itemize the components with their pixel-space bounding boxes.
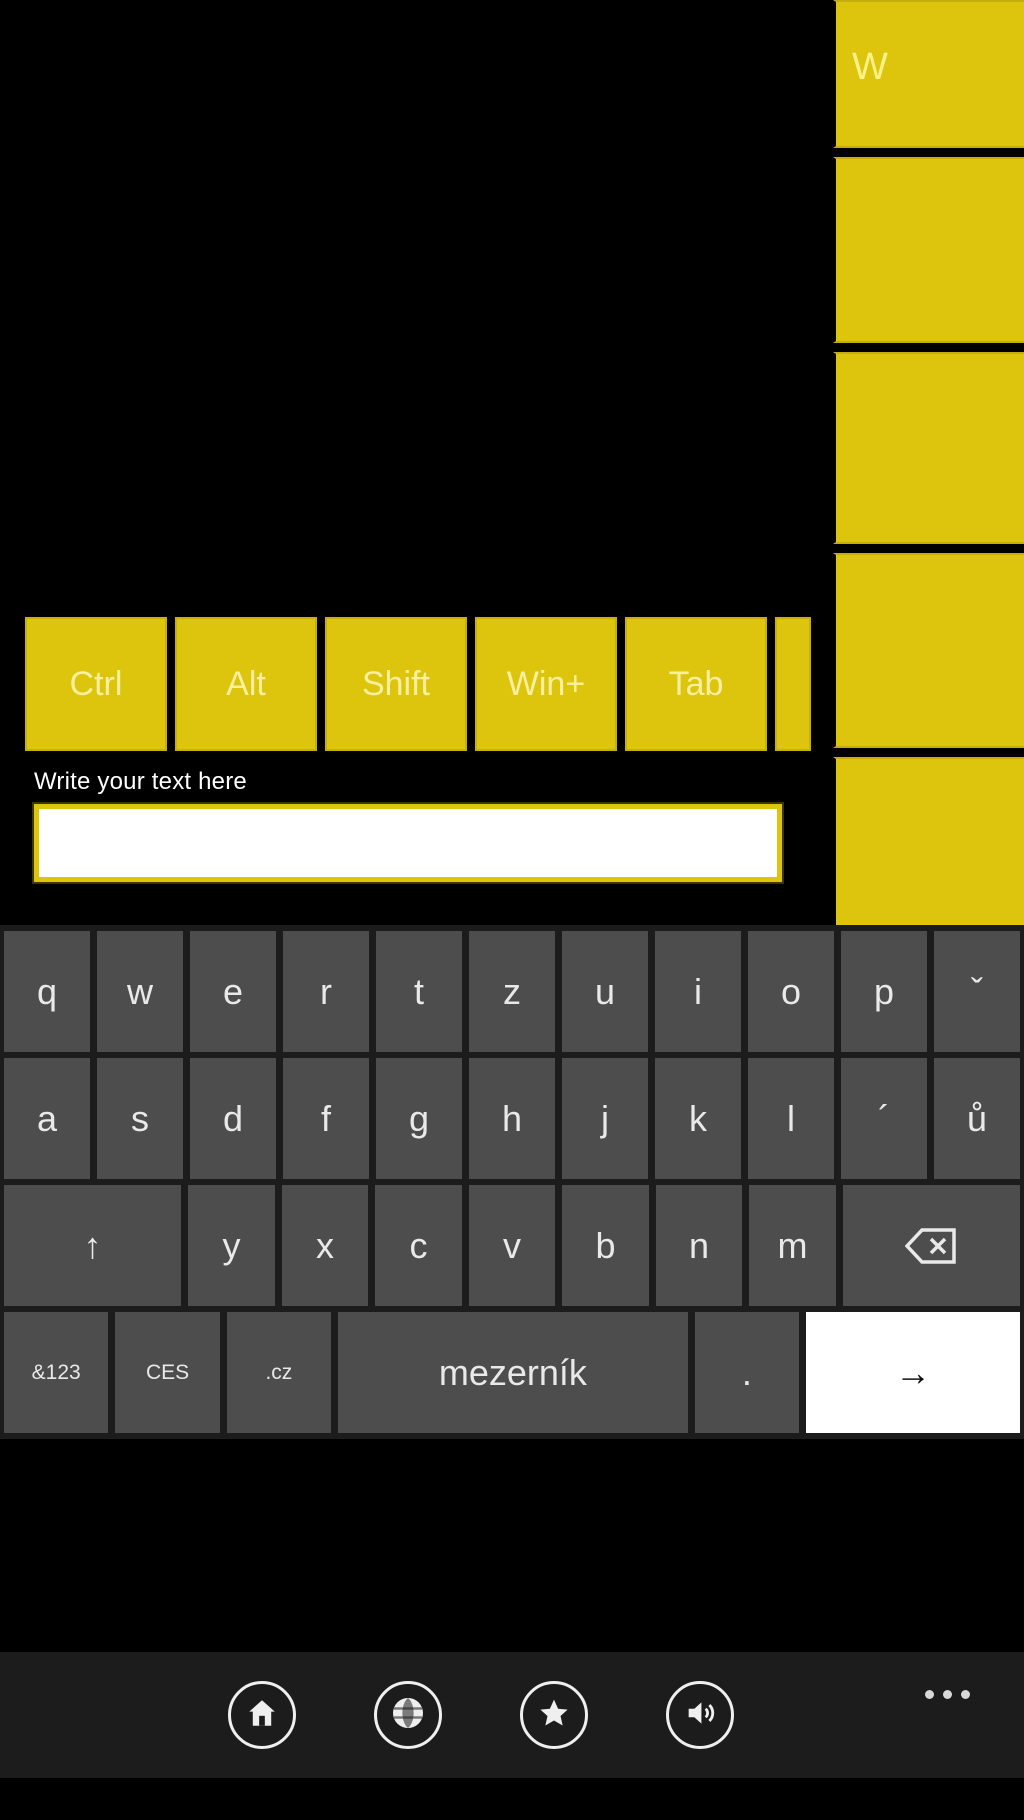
side-tile[interactable] bbox=[833, 757, 1024, 932]
key-v[interactable]: v bbox=[468, 1185, 556, 1306]
star-icon bbox=[537, 1696, 571, 1735]
key-i[interactable]: i bbox=[655, 931, 741, 1052]
key-w[interactable]: w bbox=[97, 931, 183, 1052]
ellipsis-dot bbox=[943, 1690, 952, 1699]
key-domain-cz[interactable]: .cz bbox=[226, 1312, 332, 1433]
keyboard-row-4: &123 CES .cz mezerník . → bbox=[0, 1312, 1024, 1439]
text-entry-field[interactable] bbox=[32, 802, 784, 884]
text-input[interactable] bbox=[39, 809, 777, 877]
key-u[interactable]: u bbox=[562, 931, 648, 1052]
key-n[interactable]: n bbox=[655, 1185, 743, 1306]
side-tile[interactable] bbox=[833, 553, 1024, 748]
app-root: W Ctrl Alt Shift Win+ Tab Write your tex… bbox=[0, 0, 1024, 1820]
backspace-icon bbox=[905, 1227, 957, 1264]
key-x[interactable]: x bbox=[281, 1185, 369, 1306]
speaker-icon bbox=[683, 1696, 717, 1735]
key-s[interactable]: s bbox=[97, 1058, 183, 1179]
bottom-navbar bbox=[0, 1652, 1024, 1778]
key-period[interactable]: . bbox=[694, 1312, 800, 1433]
screen-bottom-strip bbox=[0, 1778, 1024, 1820]
key-a[interactable]: a bbox=[4, 1058, 90, 1179]
key-enter[interactable]: → bbox=[806, 1312, 1020, 1433]
home-icon bbox=[245, 1696, 279, 1735]
key-u-ring[interactable]: ů bbox=[934, 1058, 1020, 1179]
key-backspace[interactable] bbox=[842, 1185, 1020, 1306]
key-r[interactable]: r bbox=[283, 931, 369, 1052]
globe-icon bbox=[390, 1695, 426, 1736]
key-z[interactable]: z bbox=[469, 931, 555, 1052]
key-t[interactable]: t bbox=[376, 931, 462, 1052]
key-symbols[interactable]: &123 bbox=[4, 1312, 109, 1433]
side-tile[interactable]: W bbox=[833, 0, 1024, 148]
globe-button[interactable] bbox=[374, 1681, 442, 1749]
modifier-key-strip: Ctrl Alt Shift Win+ Tab bbox=[25, 617, 811, 751]
key-m[interactable]: m bbox=[749, 1185, 836, 1306]
key-acute[interactable]: ´ bbox=[841, 1058, 927, 1179]
key-g[interactable]: g bbox=[376, 1058, 462, 1179]
overflow-menu-button[interactable] bbox=[925, 1690, 970, 1699]
navbar-icon-group bbox=[228, 1681, 734, 1749]
key-l[interactable]: l bbox=[748, 1058, 834, 1179]
keyboard-row-2: a s d f g h j k l ´ ů bbox=[0, 1058, 1024, 1185]
sound-button[interactable] bbox=[666, 1681, 734, 1749]
modifier-key-ctrl[interactable]: Ctrl bbox=[25, 617, 167, 751]
key-y[interactable]: y bbox=[188, 1185, 275, 1306]
key-p[interactable]: p bbox=[841, 931, 927, 1052]
key-d[interactable]: d bbox=[190, 1058, 276, 1179]
side-tile-column: W bbox=[833, 0, 1024, 941]
key-o[interactable]: o bbox=[748, 931, 834, 1052]
keyboard-row-1: q w e r t z u i o p ˇ bbox=[0, 931, 1024, 1058]
key-h[interactable]: h bbox=[469, 1058, 555, 1179]
key-caron[interactable]: ˇ bbox=[934, 931, 1020, 1052]
key-language[interactable]: CES bbox=[115, 1312, 220, 1433]
key-k[interactable]: k bbox=[655, 1058, 741, 1179]
key-c[interactable]: c bbox=[375, 1185, 462, 1306]
modifier-key-overflow[interactable] bbox=[775, 617, 811, 751]
key-space[interactable]: mezerník bbox=[338, 1312, 688, 1433]
modifier-key-win[interactable]: Win+ bbox=[475, 617, 617, 751]
modifier-key-shift[interactable]: Shift bbox=[325, 617, 467, 751]
soft-keyboard: q w e r t z u i o p ˇ a s d f g h j k l … bbox=[0, 925, 1024, 1439]
text-entry-label: Write your text here bbox=[34, 768, 247, 795]
key-e[interactable]: e bbox=[190, 931, 276, 1052]
key-b[interactable]: b bbox=[562, 1185, 649, 1306]
key-q[interactable]: q bbox=[4, 931, 90, 1052]
favorites-button[interactable] bbox=[520, 1681, 588, 1749]
ellipsis-dot bbox=[961, 1690, 970, 1699]
side-tile-label: W bbox=[852, 46, 888, 88]
key-j[interactable]: j bbox=[562, 1058, 648, 1179]
home-button[interactable] bbox=[228, 1681, 296, 1749]
keyboard-row-3: ↑ y x c v b n m bbox=[0, 1185, 1024, 1312]
modifier-key-tab[interactable]: Tab bbox=[625, 617, 767, 751]
side-tile[interactable] bbox=[833, 157, 1024, 343]
key-f[interactable]: f bbox=[283, 1058, 369, 1179]
modifier-key-alt[interactable]: Alt bbox=[175, 617, 317, 751]
side-tile[interactable] bbox=[833, 352, 1024, 544]
ellipsis-dot bbox=[925, 1690, 934, 1699]
key-shift[interactable]: ↑ bbox=[4, 1185, 182, 1306]
